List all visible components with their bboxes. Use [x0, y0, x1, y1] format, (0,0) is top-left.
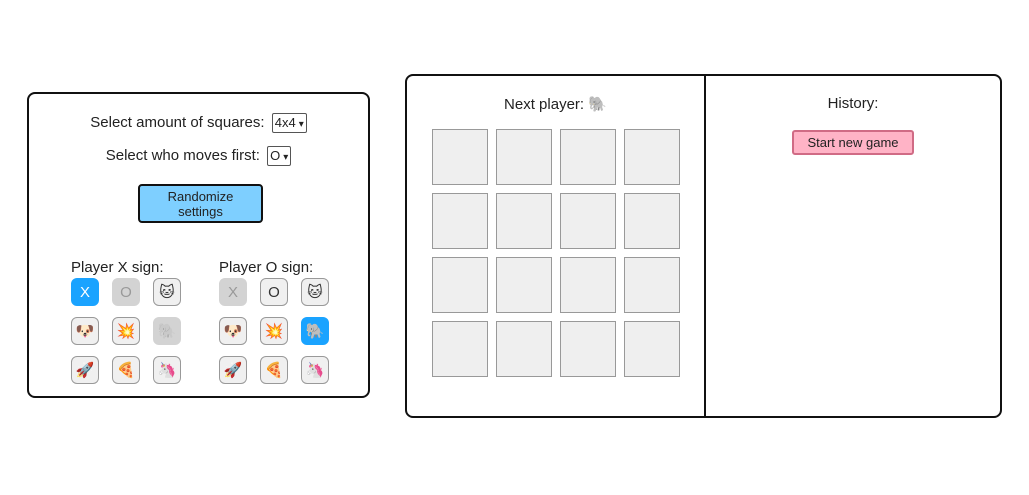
- first-move-select[interactable]: O ▾: [267, 146, 292, 166]
- player-o-sign-unicorn-button[interactable]: 🦄: [301, 356, 329, 384]
- sign-glyph: 🐘: [157, 323, 177, 340]
- squares-label: Select amount of squares:: [90, 113, 265, 131]
- board-cell[interactable]: [560, 193, 616, 249]
- player-o-sign-dog-button[interactable]: 🐶: [219, 317, 247, 345]
- player-o-sign-rocket-button[interactable]: 🚀: [219, 356, 247, 384]
- game-panel: Next player: 🐘 History: Start new game: [405, 74, 1002, 418]
- player-o-sign-collision-button[interactable]: 💥: [260, 317, 288, 345]
- sign-glyph: 🐶: [223, 323, 243, 340]
- player-x-sign-elephant-button[interactable]: 🐘: [153, 317, 181, 345]
- board-cell[interactable]: [432, 257, 488, 313]
- player-x-sign-collision-button[interactable]: 💥: [112, 317, 140, 345]
- sign-glyph: 💥: [116, 323, 136, 340]
- player-x-sign-x-button[interactable]: X: [71, 278, 99, 306]
- next-player-sign: 🐘: [588, 96, 607, 113]
- player-o-sign-label: Player O sign:: [219, 259, 314, 276]
- sign-glyph: 🦄: [157, 362, 177, 379]
- sign-glyph: X: [227, 283, 238, 301]
- sign-glyph: 🚀: [75, 362, 95, 379]
- board-cell[interactable]: [432, 321, 488, 377]
- player-x-sign-grid: X O 🐱 🐶 💥 🐘 🚀 🍕 🦄: [71, 278, 187, 386]
- board-cell[interactable]: [432, 129, 488, 185]
- sign-glyph: 🦄: [305, 362, 325, 379]
- player-x-sign-pizza-button[interactable]: 🍕: [112, 356, 140, 384]
- board-cell[interactable]: [496, 321, 552, 377]
- settings-panel: Select amount of squares: 4x4 ▾ Select wh…: [27, 92, 370, 398]
- next-player-indicator: Next player: 🐘: [407, 95, 704, 113]
- sign-glyph: 🐶: [75, 323, 95, 340]
- sign-glyph: 🍕: [116, 362, 136, 379]
- player-o-sign-cat-button[interactable]: 🐱: [301, 278, 329, 306]
- first-move-label: Select who moves first:: [105, 146, 260, 164]
- history-title: History:: [827, 95, 879, 112]
- first-move-row: Select who moves first: O ▾: [29, 146, 368, 166]
- player-o-sign-x-button[interactable]: X: [219, 278, 247, 306]
- sign-glyph: 🍕: [264, 362, 284, 379]
- sign-glyph: 🚀: [223, 362, 243, 379]
- player-x-sign-rocket-button[interactable]: 🚀: [71, 356, 99, 384]
- squares-select[interactable]: 4x4 ▾: [271, 113, 307, 133]
- board-cell[interactable]: [624, 321, 680, 377]
- sign-glyph: X: [79, 283, 90, 301]
- sign-glyph: 🐱: [307, 284, 323, 301]
- player-o-sign-grid: X O 🐱 🐶 💥 🐘 🚀 🍕 🦄: [219, 278, 335, 386]
- player-x-sign-label: Player X sign:: [71, 259, 164, 276]
- board-cell[interactable]: [496, 193, 552, 249]
- player-x-sign-o-button[interactable]: O: [112, 278, 140, 306]
- next-player-label: Next player:: [504, 96, 585, 113]
- board-cell[interactable]: [560, 321, 616, 377]
- board-cell[interactable]: [496, 129, 552, 185]
- first-move-select-value: O: [270, 148, 281, 163]
- player-x-sign-dog-button[interactable]: 🐶: [71, 317, 99, 345]
- sign-glyph: 🐱: [159, 284, 175, 301]
- start-new-game-button[interactable]: Start new game: [792, 130, 914, 155]
- squares-row: Select amount of squares: 4x4 ▾: [29, 113, 368, 133]
- player-o-sign-pizza-button[interactable]: 🍕: [260, 356, 288, 384]
- board-cell[interactable]: [496, 257, 552, 313]
- player-o-sign-o-button[interactable]: O: [260, 278, 288, 306]
- squares-select-value: 4x4: [274, 115, 296, 130]
- board-cell[interactable]: [560, 257, 616, 313]
- board-cell[interactable]: [432, 193, 488, 249]
- board-cell[interactable]: [624, 129, 680, 185]
- board-cell[interactable]: [624, 257, 680, 313]
- chevron-down-icon: ▾: [298, 119, 304, 130]
- sign-glyph: O: [120, 283, 132, 301]
- sign-glyph: O: [268, 283, 280, 301]
- player-x-sign-cat-button[interactable]: 🐱: [153, 278, 181, 306]
- board-cell[interactable]: [624, 193, 680, 249]
- panel-divider: [704, 76, 706, 416]
- board-cell[interactable]: [560, 129, 616, 185]
- sign-glyph: 💥: [264, 323, 284, 340]
- randomize-settings-button[interactable]: Randomize settings: [138, 184, 263, 223]
- sign-glyph: 🐘: [305, 323, 325, 340]
- player-o-sign-elephant-button[interactable]: 🐘: [301, 317, 329, 345]
- player-x-sign-unicorn-button[interactable]: 🦄: [153, 356, 181, 384]
- chevron-down-icon: ▾: [283, 152, 289, 163]
